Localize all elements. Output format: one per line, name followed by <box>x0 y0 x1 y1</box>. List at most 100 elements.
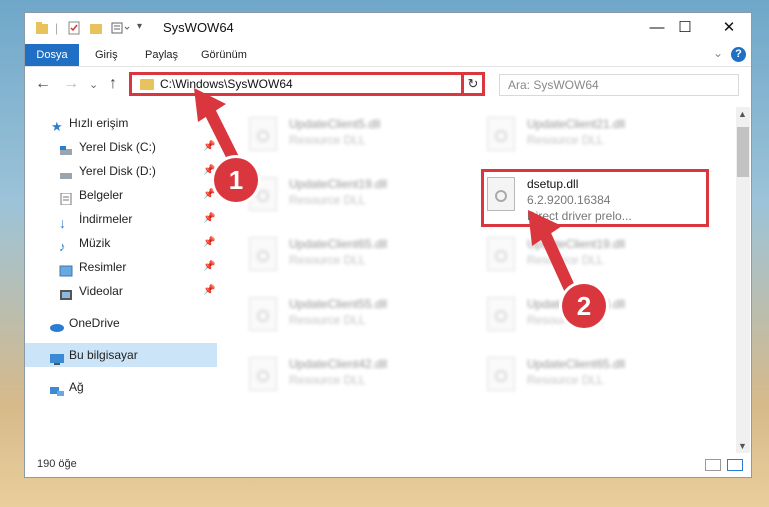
file-description: Resource DLL <box>289 253 366 267</box>
sidebar-item-label: Resimler <box>79 260 127 274</box>
file-item[interactable]: UpdateClient42.dll Resource DLL <box>241 351 461 403</box>
file-list: UpdateClient5.dll Resource DLL UpdateCli… <box>221 107 735 453</box>
sidebar-item-this-pc[interactable]: Bu bilgisayar <box>25 343 217 367</box>
file-name: UpdateClient21.dll <box>527 117 626 131</box>
tab-gorunum[interactable]: Görünüm <box>191 44 257 66</box>
explorer-window: | ▾ SysWOW64 — ☐ ✕ Dosya Giriş Paylaş Gö… <box>24 12 752 478</box>
address-path[interactable]: C:\Windows\SysWOW64 <box>160 77 293 91</box>
file-name: UpdateClient42.dll <box>289 357 388 371</box>
network-icon <box>49 381 64 396</box>
pin-icon: 📌 <box>203 285 216 296</box>
sidebar-item-onedrive[interactable]: OneDrive <box>25 311 217 335</box>
dll-file-icon <box>249 117 277 151</box>
address-bar[interactable]: C:\Windows\SysWOW64 ⌄ <box>129 72 484 96</box>
folder-icon <box>140 79 154 90</box>
file-item[interactable]: UpdateClient21.dll Resource DLL <box>479 111 699 163</box>
folder-icon <box>35 21 49 38</box>
file-item[interactable]: UpdateClient65.dll Resource DLL <box>479 351 699 403</box>
video-icon <box>59 285 73 300</box>
file-description: Resource DLL <box>289 373 366 387</box>
status-bar: 190 öğe <box>25 455 751 477</box>
up-button[interactable]: ↑ <box>109 75 117 93</box>
file-item[interactable]: UpdateClient65.dll Resource DLL <box>241 231 461 283</box>
pin-icon: 📌 <box>203 189 216 200</box>
step-1-badge: 1 <box>214 158 258 202</box>
file-name: UpdateClient5.dll <box>289 117 381 131</box>
file-description: Resource DLL <box>527 373 604 387</box>
sidebar-item-network[interactable]: Ağ <box>25 375 217 399</box>
forward-button[interactable]: → <box>63 75 79 93</box>
computer-icon <box>49 349 64 365</box>
expand-ribbon-icon[interactable]: ⌄ <box>713 46 723 60</box>
search-input[interactable]: Ara: SysWOW64 <box>499 74 739 96</box>
vertical-scrollbar[interactable]: ▲ ▼ <box>736 107 750 453</box>
tab-dosya[interactable]: Dosya <box>25 44 79 66</box>
file-item[interactable]: UpdateClient19.dll Resource DLL <box>479 231 699 283</box>
sidebar-item-label: Bu bilgisayar <box>69 348 138 362</box>
file-description: Resource DLL <box>289 313 366 327</box>
back-button[interactable]: ← <box>35 75 51 93</box>
maximize-button[interactable]: ☐ <box>665 17 705 39</box>
file-item[interactable]: UpdateClient5.dll Resource DLL <box>241 111 461 163</box>
dll-file-icon <box>487 237 515 271</box>
ribbon-tabs: Dosya Giriş Paylaş Görünüm ⌄ ? <box>25 44 751 67</box>
sidebar-item-muzik[interactable]: ♪ Müzik 📌 <box>25 231 217 255</box>
drive-icon <box>59 141 73 155</box>
dll-file-icon <box>249 357 277 391</box>
sidebar-item-label: Hızlı erişim <box>69 116 129 130</box>
details-view-icon[interactable] <box>705 459 721 471</box>
file-name: UpdateClient19.dll <box>289 177 388 191</box>
pin-icon: 📌 <box>203 237 216 248</box>
pin-icon: 📌 <box>203 261 216 272</box>
sidebar-item-belgeler[interactable]: Belgeler 📌 <box>25 183 217 207</box>
sidebar-item-quick-access[interactable]: ★ Hızlı erişim <box>25 111 217 135</box>
properties-icon[interactable] <box>67 21 81 38</box>
help-icon[interactable]: ? <box>731 47 746 62</box>
item-count: 190 öğe <box>37 458 77 470</box>
sidebar-item-videolar[interactable]: Videolar 📌 <box>25 279 217 303</box>
customize-toolbar-icon[interactable]: ▾ <box>137 21 142 32</box>
pictures-icon <box>59 261 73 277</box>
navigation-bar: ← → ⌄ ↑ C:\Windows\SysWOW64 ⌄ ↻ Ara: Sys… <box>25 69 751 101</box>
separator-icon: | <box>55 21 59 35</box>
dll-file-icon <box>487 117 515 151</box>
scroll-up-icon[interactable]: ▲ <box>738 109 747 119</box>
tab-giris[interactable]: Giriş <box>85 44 128 66</box>
dll-file-icon <box>487 357 515 391</box>
sidebar-item-label: Videolar <box>79 284 123 298</box>
title-bar: | ▾ SysWOW64 — ☐ ✕ <box>25 13 751 43</box>
cloud-icon <box>49 317 64 332</box>
close-button[interactable]: ✕ <box>709 17 749 39</box>
scrollbar-thumb[interactable] <box>737 127 749 177</box>
large-icons-view-icon[interactable] <box>727 459 743 471</box>
drive-icon <box>59 165 73 179</box>
refresh-button[interactable]: ↻ <box>461 72 485 96</box>
tab-paylas[interactable]: Paylaş <box>135 44 188 66</box>
file-item[interactable]: UpdateClient19.dll Resource DLL <box>241 171 461 223</box>
sidebar-item-indirmeler[interactable]: ↓ İndirmeler 📌 <box>25 207 217 231</box>
sidebar-item-label: OneDrive <box>69 316 120 330</box>
file-highlight-box <box>481 169 709 227</box>
scroll-down-icon[interactable]: ▼ <box>738 441 747 451</box>
pin-icon: 📌 <box>203 141 216 152</box>
star-icon: ★ <box>51 119 63 134</box>
sidebar-item-label: Belgeler <box>79 188 124 202</box>
documents-icon <box>59 189 73 206</box>
window-title: SysWOW64 <box>163 20 234 35</box>
file-description: Resource DLL <box>289 133 366 147</box>
view-options-icon[interactable] <box>111 21 131 38</box>
sidebar-item-disk-c[interactable]: Yerel Disk (C:) 📌 <box>25 135 217 159</box>
music-icon: ♪ <box>59 239 66 254</box>
navigation-pane: ★ Hızlı erişim Yerel Disk (C:) 📌 Yerel D… <box>25 107 217 453</box>
sidebar-item-label: Yerel Disk (D:) <box>79 164 156 178</box>
dll-file-icon <box>249 237 277 271</box>
sidebar-item-disk-d[interactable]: Yerel Disk (D:) 📌 <box>25 159 217 183</box>
file-description: Resource DLL <box>527 133 604 147</box>
pin-icon: 📌 <box>203 213 216 224</box>
sidebar-item-label: İndirmeler <box>79 212 133 226</box>
sidebar-item-resimler[interactable]: Resimler 📌 <box>25 255 217 279</box>
file-item[interactable]: UpdateClient55.dll Resource DLL <box>241 291 461 343</box>
new-folder-icon[interactable] <box>89 21 103 38</box>
recent-locations-button[interactable]: ⌄ <box>89 78 98 91</box>
step-2-badge: 2 <box>562 284 606 328</box>
